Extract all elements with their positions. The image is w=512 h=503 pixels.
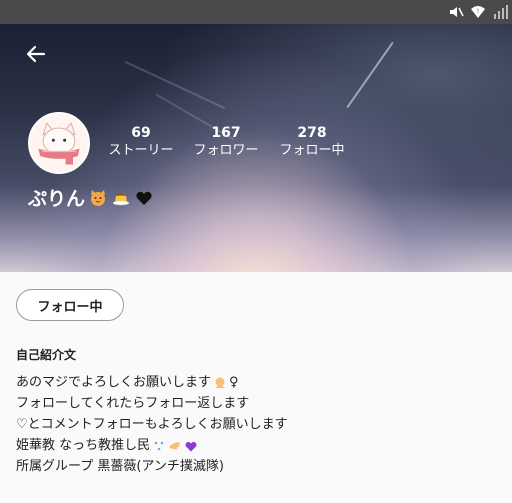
bio-line-2: フォローしてくれたらフォロー返します xyxy=(16,396,250,411)
stories-count: 69 xyxy=(131,125,151,141)
cat-avatar-icon xyxy=(31,115,87,171)
stat-stories[interactable]: 69 ストーリー xyxy=(106,124,176,160)
following-count: 278 xyxy=(297,125,327,141)
stories-label: ストーリー xyxy=(108,143,174,158)
mute-icon xyxy=(450,7,464,17)
followers-count: 167 xyxy=(211,125,241,141)
avatar[interactable] xyxy=(28,112,90,174)
pudding-emoji-icon xyxy=(112,193,130,205)
bio-line-1: あのマジでよろしくお願いします xyxy=(16,375,212,390)
username: ぷりん xyxy=(28,184,154,211)
person-bowing-emoji-icon xyxy=(215,377,226,388)
followers-label: フォロワー xyxy=(193,143,259,158)
sparkle-emoji-icon xyxy=(154,441,164,450)
bio-line: 所属グループ 黒薔薇(アンチ撲滅隊) xyxy=(16,456,288,477)
cat-face-emoji-icon xyxy=(91,189,106,206)
signal-icon xyxy=(494,5,508,19)
stat-following[interactable]: 278 フォロー中 xyxy=(274,124,350,160)
back-arrow-icon[interactable] xyxy=(24,42,48,66)
black-heart-emoji-icon xyxy=(136,191,152,205)
username-text: ぷりん xyxy=(28,188,86,210)
profile-header: 69 ストーリー 167 フォロワー 278 フォロー中 ぷりん xyxy=(0,24,512,272)
bio-text: あのマジでよろしくお願いします ♀ フォローしてくれたらフォロー返します ♡とコ… xyxy=(16,372,288,477)
status-bar: ! xyxy=(0,0,512,24)
bio-line: フォローしてくれたらフォロー返します xyxy=(16,393,288,414)
bio-title: 自己紹介文 xyxy=(16,348,77,362)
female-sign: ♀ xyxy=(229,375,239,390)
purple-heart-emoji-icon xyxy=(185,441,197,451)
stat-followers[interactable]: 167 フォロワー xyxy=(188,124,264,160)
bio-line-3: ♡とコメントフォローもよろしくお願いします xyxy=(16,417,288,432)
bio-line: あのマジでよろしくお願いします ♀ xyxy=(16,372,288,393)
bio-line-5: 所属グループ 黒薔薇(アンチ撲滅隊) xyxy=(16,459,224,474)
wing-emoji-icon xyxy=(169,442,182,449)
bio-line: ♡とコメントフォローもよろしくお願いします xyxy=(16,414,288,435)
bio-line-4: 姫華教 なっち教推し民 xyxy=(16,438,151,453)
svg-text:!: ! xyxy=(477,8,479,15)
following-label: フォロー中 xyxy=(279,143,345,158)
wifi-icon: ! xyxy=(471,6,485,18)
following-button[interactable]: フォロー中 xyxy=(16,289,124,321)
bio-line: 姫華教 なっち教推し民 xyxy=(16,435,288,456)
